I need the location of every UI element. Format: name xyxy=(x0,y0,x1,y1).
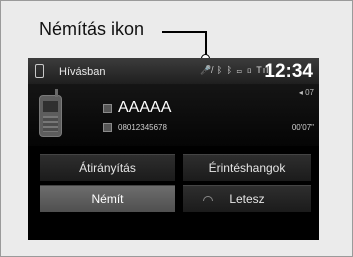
callout-leader-line xyxy=(162,31,207,56)
mute-icon-callout-label: Némítás ikon xyxy=(39,19,145,39)
hang-up-button[interactable]: Letesz xyxy=(183,185,311,212)
status-title: Hívásban xyxy=(59,66,106,78)
hang-up-label: Letesz xyxy=(229,192,265,206)
transfer-button[interactable]: Átirányítás xyxy=(40,154,175,181)
volume-indicator: ◂ 07 xyxy=(298,88,314,97)
mobile-phone-icon xyxy=(39,89,62,137)
status-bar: Hívásban 🎤̸ ᛒ ᛒ ▭ ▯ Tıl 12:34 xyxy=(28,58,319,85)
active-call-panel: AAAAA 08012345678 ◂ 07 00'07" xyxy=(28,84,319,146)
contact-name-icon xyxy=(103,104,112,113)
mute-button[interactable]: Némít xyxy=(40,185,175,212)
touch-tones-button[interactable]: Érintéshangok xyxy=(183,154,311,181)
contact-number-icon xyxy=(103,123,112,132)
status-indicators: 🎤̸ ᛒ ᛒ ▭ ▯ Tıl xyxy=(200,65,270,75)
phone-status-icon xyxy=(35,64,44,78)
phone-call-screen: Hívásban 🎤̸ ᛒ ᛒ ▭ ▯ Tıl 12:34 AAAAA 0801… xyxy=(28,58,319,240)
hang-up-icon xyxy=(203,196,213,201)
manual-figure-frame: Némítás ikon Hívásban 🎤̸ ᛒ ᛒ ▭ ▯ Tıl 12:… xyxy=(0,0,353,257)
call-duration: 00'07" xyxy=(291,123,314,132)
contact-name: AAAAA xyxy=(118,99,172,116)
contact-number: 08012345678 xyxy=(118,123,167,132)
clock: 12:34 xyxy=(264,61,313,82)
